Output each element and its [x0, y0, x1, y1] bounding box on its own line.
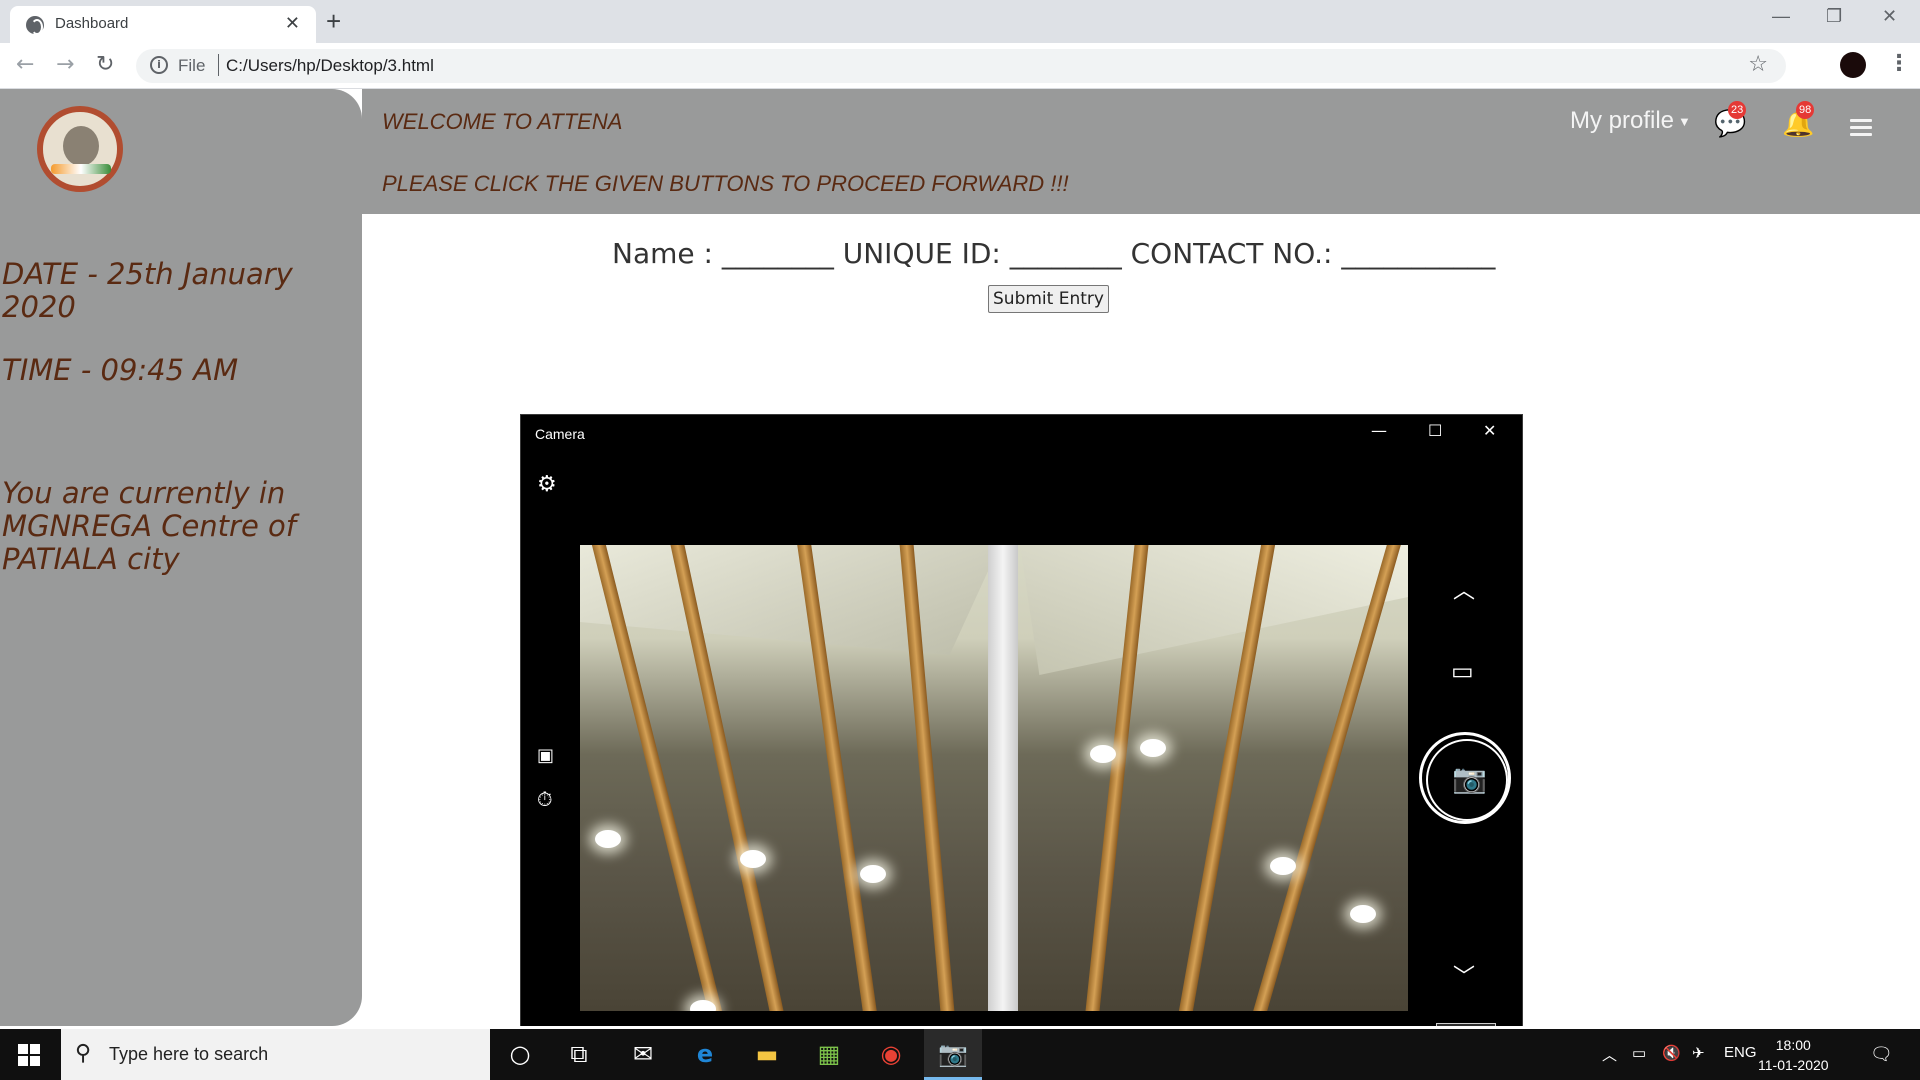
info-icon[interactable]: i: [150, 56, 168, 74]
browser-toolbar: ← → ↻ i File C:/Users/hp/Desktop/3.html …: [0, 43, 1920, 89]
forward-arrow-icon[interactable]: →: [56, 52, 74, 77]
tab-close-icon[interactable]: ✕: [285, 13, 300, 34]
file-explorer-icon[interactable]: ▬: [738, 1029, 796, 1080]
submit-entry-button[interactable]: Submit Entry: [988, 285, 1109, 313]
caret-down-icon: ▼: [1678, 114, 1691, 130]
viewfinder-light: [860, 865, 886, 883]
welcome-heading: WELCOME TO ATTENA: [382, 109, 623, 134]
viewfinder-ceiling-left: [580, 545, 1000, 655]
address-bar[interactable]: i File C:/Users/hp/Desktop/3.html ☆: [136, 49, 1786, 83]
restore-window-button[interactable]: ❐: [1826, 6, 1842, 27]
cortana-icon[interactable]: ○: [491, 1029, 549, 1080]
action-center-icon[interactable]: 🗨: [1870, 1044, 1893, 1065]
mgnrega-logo: [37, 106, 123, 192]
camera-window-title: Camera: [535, 426, 585, 442]
camera-minimize-button[interactable]: —: [1371, 421, 1387, 440]
camera-window: Camera — ☐ ✕ ⚙ ▣ ⏱ ︿ ▭ 📷 ﹀: [520, 414, 1523, 1026]
location-text: You are currently in MGNREGA Centre of P…: [2, 476, 296, 576]
entry-form-fields: Name : ________ UNIQUE ID: ________ CONT…: [612, 237, 1496, 270]
mail-icon[interactable]: ✉: [614, 1029, 672, 1080]
camera-close-button[interactable]: ✕: [1483, 421, 1496, 440]
taskbar-clock[interactable]: 18:00 11-01-2020: [1758, 1035, 1829, 1075]
taskbar-search-box[interactable]: ⚲ Type here to search: [61, 1029, 490, 1080]
profile-avatar[interactable]: [1840, 52, 1866, 78]
time-text: TIME - 09:45 AM: [2, 353, 239, 387]
camera-maximize-button[interactable]: ☐: [1428, 421, 1442, 440]
url-text[interactable]: C:/Users/hp/Desktop/3.html: [226, 56, 434, 76]
minimize-window-button[interactable]: —: [1772, 6, 1790, 27]
timer-off-icon[interactable]: ⏱: [537, 787, 553, 811]
logo-portrait: [63, 126, 99, 166]
clock-date: 11-01-2020: [1758, 1057, 1829, 1073]
edge-browser-icon[interactable]: e: [676, 1029, 734, 1080]
instruction-text: PLEASE CLICK THE GIVEN BUTTONS TO PROCEE…: [382, 171, 1069, 196]
new-tab-button[interactable]: +: [326, 6, 341, 37]
camera-icon: 📷: [1452, 762, 1487, 795]
search-icon: ⚲: [75, 1041, 92, 1066]
profile-label: My profile: [1570, 107, 1675, 134]
page-header: WELCOME TO ATTENA PLEASE CLICK THE GIVEN…: [362, 89, 1920, 214]
date-text: DATE - 25th January 2020: [2, 257, 293, 324]
url-separator: [218, 54, 219, 76]
viewfinder-light: [595, 830, 621, 848]
viewfinder-light: [1090, 745, 1116, 763]
airplane-mode-icon[interactable]: ✈: [1692, 1044, 1705, 1062]
language-indicator[interactable]: ENG: [1724, 1044, 1757, 1061]
battery-icon[interactable]: ▭: [1632, 1044, 1646, 1062]
viewfinder-pillar: [988, 545, 1018, 1011]
settings-gear-icon[interactable]: ⚙: [537, 472, 557, 497]
globe-icon: [26, 16, 44, 35]
hamburger-menu-icon[interactable]: [1850, 119, 1874, 137]
url-scheme: File: [178, 56, 206, 75]
viewfinder-light: [1350, 905, 1376, 923]
close-window-button[interactable]: ✕: [1882, 6, 1897, 27]
viewfinder-light: [1140, 739, 1166, 757]
viewfinder-light: [690, 1000, 716, 1011]
chrome-icon[interactable]: ◉: [862, 1029, 920, 1080]
camera-app-icon[interactable]: 📷: [924, 1029, 982, 1080]
sidebar: DATE - 25th January 2020 TIME - 09:45 AM…: [0, 89, 362, 1026]
windows-taskbar: ⚲ Type here to search ○ ⧉ ✉ e ▬ ▦ ◉ 📷 ︿ …: [0, 1029, 1920, 1080]
bookmark-star-icon[interactable]: ☆: [1748, 52, 1768, 77]
back-arrow-icon[interactable]: ←: [16, 52, 34, 77]
speaker-muted-icon[interactable]: 🔇: [1662, 1044, 1681, 1062]
notifications-button[interactable]: 🔔 98: [1782, 101, 1814, 139]
last-photo-thumbnail[interactable]: [1436, 1023, 1496, 1026]
viewfinder-light: [1270, 857, 1296, 875]
chevron-down-icon[interactable]: ﹀: [1453, 959, 1475, 991]
my-profile-dropdown[interactable]: My profile ▼: [1570, 107, 1691, 135]
search-placeholder: Type here to search: [109, 1044, 269, 1064]
task-view-icon[interactable]: ⧉: [550, 1029, 608, 1080]
browser-tab-bar: Dashboard ✕ + — ❐ ✕: [0, 0, 1920, 43]
tab-title: Dashboard: [55, 15, 129, 32]
camera-viewfinder: [580, 545, 1408, 1011]
take-photo-button[interactable]: 📷: [1419, 732, 1511, 824]
browser-tab[interactable]: Dashboard ✕: [10, 6, 316, 43]
logo-ribbon: [51, 164, 111, 174]
browser-menu-icon[interactable]: ⋮: [1888, 51, 1910, 76]
spreadsheet-app-icon[interactable]: ▦: [800, 1029, 858, 1080]
clock-time: 18:00: [1775, 1037, 1811, 1053]
hdr-off-icon[interactable]: ▣: [537, 745, 554, 766]
viewfinder-light: [740, 850, 766, 868]
viewfinder-ceiling-right: [1020, 545, 1408, 675]
show-hidden-icons-chevron[interactable]: ︿: [1602, 1044, 1617, 1065]
start-windows-icon[interactable]: [18, 1044, 40, 1066]
chevron-up-icon[interactable]: ︿: [1453, 573, 1475, 605]
video-mode-icon[interactable]: ▭: [1451, 657, 1474, 685]
reload-icon[interactable]: ↻: [96, 52, 114, 77]
messages-button[interactable]: 💬 23: [1714, 101, 1746, 139]
page-content: DATE - 25th January 2020 TIME - 09:45 AM…: [0, 89, 1920, 1026]
